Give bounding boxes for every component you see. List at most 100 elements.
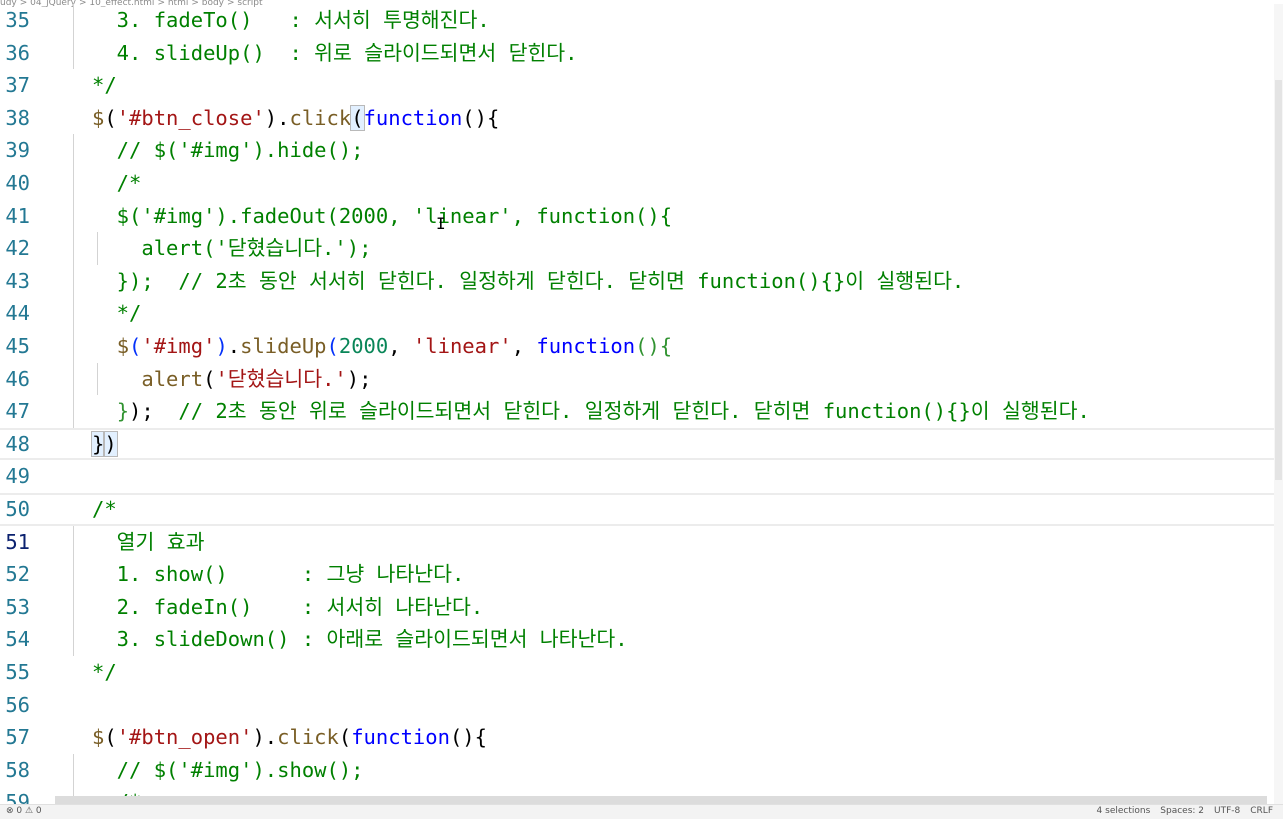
code-line[interactable]: 58 // $('#img').show(); (0, 753, 1283, 787)
code-text: $('#img').fadeOut(2000, 'linear', functi… (92, 200, 672, 233)
code-token: */ (92, 660, 117, 684)
code-editor[interactable]: 35 3. fadeTo() : 서서히 투명해진다. 36 4. slideUp… (0, 4, 1283, 804)
code-line[interactable]: 35 3. fadeTo() : 서서히 투명해진다. (0, 4, 1283, 37)
line-number: 37 (5, 73, 30, 98)
code-line[interactable]: 47 }); // 2초 동안 위로 슬라이드되면서 닫힌다. 일정하게 닫힌다… (0, 395, 1283, 428)
code-text: }); // 2초 동안 서서히 닫힌다. 일정하게 닫힌다. 닫히면 func… (92, 265, 965, 298)
line-number: 35 (5, 8, 30, 32)
status-item[interactable]: CRLF (1250, 806, 1273, 816)
code-token: $ (92, 725, 105, 750)
code-token: function (351, 725, 450, 750)
code-line[interactable]: 36 4. slideUp() : 위로 슬라이드되면서 닫힌다. (0, 36, 1283, 70)
code-token: $ (92, 105, 105, 130)
code-text: }) (90, 428, 118, 461)
line-number: 44 (5, 301, 30, 326)
code-token: click (277, 725, 339, 750)
status-item[interactable]: Spaces: 2 (1160, 806, 1204, 816)
code-line[interactable]: 40 /* (0, 167, 1283, 200)
line-number: 55 (5, 660, 30, 684)
code-line[interactable]: 42 alert('닫혔습니다.'); (0, 232, 1283, 265)
code-line[interactable]: 38 $('#btn_close').click(function(){ (0, 102, 1283, 135)
code-token: } (90, 430, 106, 457)
code-token: $ (116, 334, 130, 358)
code-line[interactable]: 50 /* (0, 493, 1283, 526)
line-number: 36 (5, 40, 30, 65)
code-text: /* (92, 167, 142, 200)
line-number: 56 (5, 692, 30, 717)
code-line[interactable]: 53 2. fadeIn() : 서서히 나타난다. (0, 590, 1283, 624)
line-number: 42 (5, 236, 30, 261)
code-token: /* (92, 171, 142, 195)
status-item[interactable]: UTF-8 (1214, 806, 1240, 816)
code-text: // $('#img').hide(); (92, 134, 364, 167)
code-text: $('#btn_close').click(function(){ (92, 102, 499, 135)
code-text: 4. slideUp() : 위로 슬라이드되면서 닫힌다. (92, 37, 578, 70)
code-text: $('#btn_open').click(function(){ (92, 721, 487, 754)
code-line[interactable]: 37 */ (0, 69, 1283, 102)
code-line[interactable]: 46 alert('닫혔습니다.'); (0, 362, 1283, 396)
code-line[interactable]: 57 $('#btn_open').click(function(){ (0, 721, 1283, 754)
code-text: $('#img').slideUp(2000, 'linear', functi… (92, 330, 672, 363)
code-text: }); // 2초 동안 위로 슬라이드되면서 닫힌다. 일정하게 닫힌다. 닫… (92, 395, 1090, 428)
code-token: 4. slideUp() : 위로 슬라이드되면서 닫힌다. (92, 40, 578, 65)
indent-guide (73, 134, 74, 167)
code-token: '#btn_open' (116, 725, 253, 750)
indent-guide (73, 167, 74, 200)
indent-guide (73, 232, 74, 265)
line-number: 45 (5, 334, 30, 358)
indent-guide (73, 297, 74, 330)
code-token: ( (338, 725, 352, 750)
line-number: 58 (5, 757, 30, 782)
code-token: click (289, 105, 352, 130)
indent-guide (73, 590, 74, 624)
indent-guide (73, 558, 74, 591)
code-line[interactable]: 44 */ (0, 297, 1283, 330)
code-token: ). (252, 725, 278, 750)
code-token: . (227, 334, 241, 358)
indent-guide (73, 623, 74, 656)
code-text: 3. fadeTo() : 서서히 투명해진다. (92, 4, 490, 37)
code-line[interactable]: 52 1. show() : 그냥 나타난다. (0, 558, 1283, 591)
indent-guide (73, 36, 74, 70)
code-line[interactable]: 55 */ (0, 656, 1283, 689)
code-line[interactable]: 45 $('#img').slideUp(2000, 'linear', fun… (0, 330, 1283, 363)
code-line[interactable]: 56 (0, 689, 1283, 722)
code-token: , (511, 334, 537, 358)
code-text: 1. show() : 그냥 나타난다. (92, 558, 465, 591)
code-line[interactable]: 41 $('#img').fadeOut(2000, 'linear', fun… (0, 199, 1283, 233)
code-token: (){ (449, 725, 487, 750)
code-line[interactable]: 48}) (0, 428, 1283, 461)
code-token: '#img' (141, 334, 216, 358)
indent-guide (73, 525, 74, 559)
code-token: */ (92, 301, 142, 326)
code-token: // $('#img').hide(); (92, 138, 364, 163)
code-line[interactable]: 43 }); // 2초 동안 서서히 닫힌다. 일정하게 닫힌다. 닫히면 f… (0, 264, 1283, 298)
code-token: alert('닫혔습니다.'); (92, 236, 372, 261)
code-text: */ (92, 69, 117, 102)
code-token: ). (264, 105, 290, 130)
status-bar: ⊗ 0 ⚠ 0 4 selections Spaces: 2 UTF-8 CRLF (0, 804, 1283, 819)
code-token: (){ (635, 334, 673, 358)
code-token: function (363, 105, 463, 130)
indent-guide (73, 362, 74, 396)
code-line[interactable]: 49 (0, 460, 1283, 493)
code-text: 열기 효과 (92, 526, 205, 559)
line-number: 46 (5, 366, 30, 391)
code-token: 2000 (338, 334, 389, 358)
vertical-scrollbar-thumb[interactable] (1275, 80, 1282, 480)
line-number: 50 (5, 497, 30, 521)
problems-indicator[interactable]: ⊗ 0 ⚠ 0 (6, 805, 42, 817)
line-number: 41 (5, 203, 30, 228)
code-token: 2. fadeIn() : 서서히 나타난다. (92, 594, 484, 619)
indent-guide (73, 395, 74, 428)
code-line[interactable]: 54 3. slideDown() : 아래로 슬라이드되면서 나타난다. (0, 623, 1283, 656)
code-token: (){ (462, 105, 500, 130)
line-number: 38 (5, 105, 30, 130)
code-line[interactable]: 51 열기 효과 (0, 525, 1283, 559)
code-token: function (536, 334, 636, 358)
status-item[interactable]: 4 selections (1097, 806, 1151, 816)
code-token: '닫혔습니다.' (215, 366, 347, 391)
code-line[interactable]: 39 // $('#img').hide(); (0, 134, 1283, 167)
horizontal-scrollbar[interactable] (55, 796, 1267, 804)
